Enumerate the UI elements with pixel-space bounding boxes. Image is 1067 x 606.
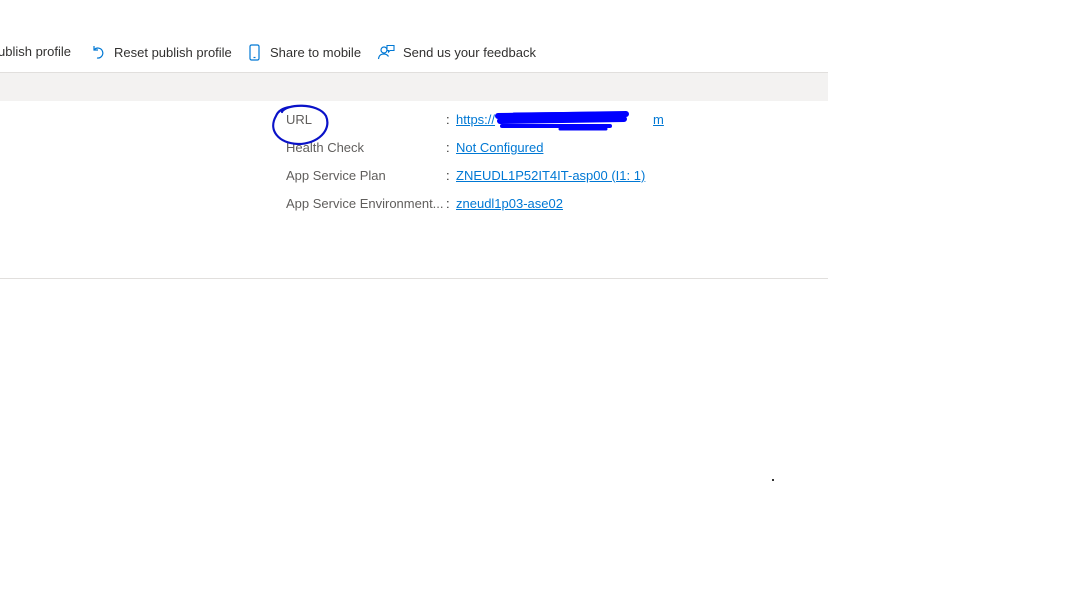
url-link[interactable]: https:// m bbox=[456, 112, 664, 127]
app-service-environment-separator: : bbox=[446, 196, 450, 211]
app-service-plan-separator: : bbox=[446, 168, 450, 183]
command-bar: ublish profile Reset publish profile Sha… bbox=[0, 40, 828, 70]
essentials-header-band bbox=[0, 72, 828, 101]
reset-publish-profile-button[interactable]: Reset publish profile bbox=[90, 44, 232, 60]
health-check-separator: : bbox=[446, 140, 450, 155]
app-service-plan-link[interactable]: ZNEUDL1P52IT4IT-asp00 (I1: 1) bbox=[456, 168, 645, 183]
download-publish-profile-label: ublish profile bbox=[0, 44, 71, 59]
url-label: URL bbox=[286, 112, 313, 127]
url-separator: : bbox=[446, 112, 450, 127]
essentials-divider bbox=[0, 278, 828, 279]
mobile-icon bbox=[248, 44, 262, 61]
share-to-mobile-button[interactable]: Share to mobile bbox=[248, 44, 361, 61]
reset-publish-profile-label: Reset publish profile bbox=[114, 44, 232, 60]
app-service-overview: ublish profile Reset publish profile Sha… bbox=[0, 0, 1067, 606]
url-link-suffix: m bbox=[653, 112, 664, 127]
app-service-environment-label: App Service Environment... bbox=[286, 196, 444, 211]
health-check-label: Health Check bbox=[286, 140, 365, 155]
url-link-text: https:// bbox=[456, 112, 496, 127]
download-publish-profile-button[interactable]: ublish profile bbox=[0, 44, 71, 59]
send-feedback-label: Send us your feedback bbox=[403, 45, 536, 60]
share-to-mobile-label: Share to mobile bbox=[270, 45, 362, 60]
health-check-link[interactable]: Not Configured bbox=[456, 140, 543, 155]
reset-icon bbox=[90, 44, 106, 60]
send-feedback-button[interactable]: Send us your feedback bbox=[377, 44, 536, 61]
feedback-icon bbox=[377, 44, 395, 61]
app-service-plan-label: App Service Plan bbox=[286, 168, 386, 183]
stray-dot bbox=[772, 479, 774, 481]
app-service-environment-link[interactable]: zneudl1p03-ase02 bbox=[456, 196, 563, 211]
